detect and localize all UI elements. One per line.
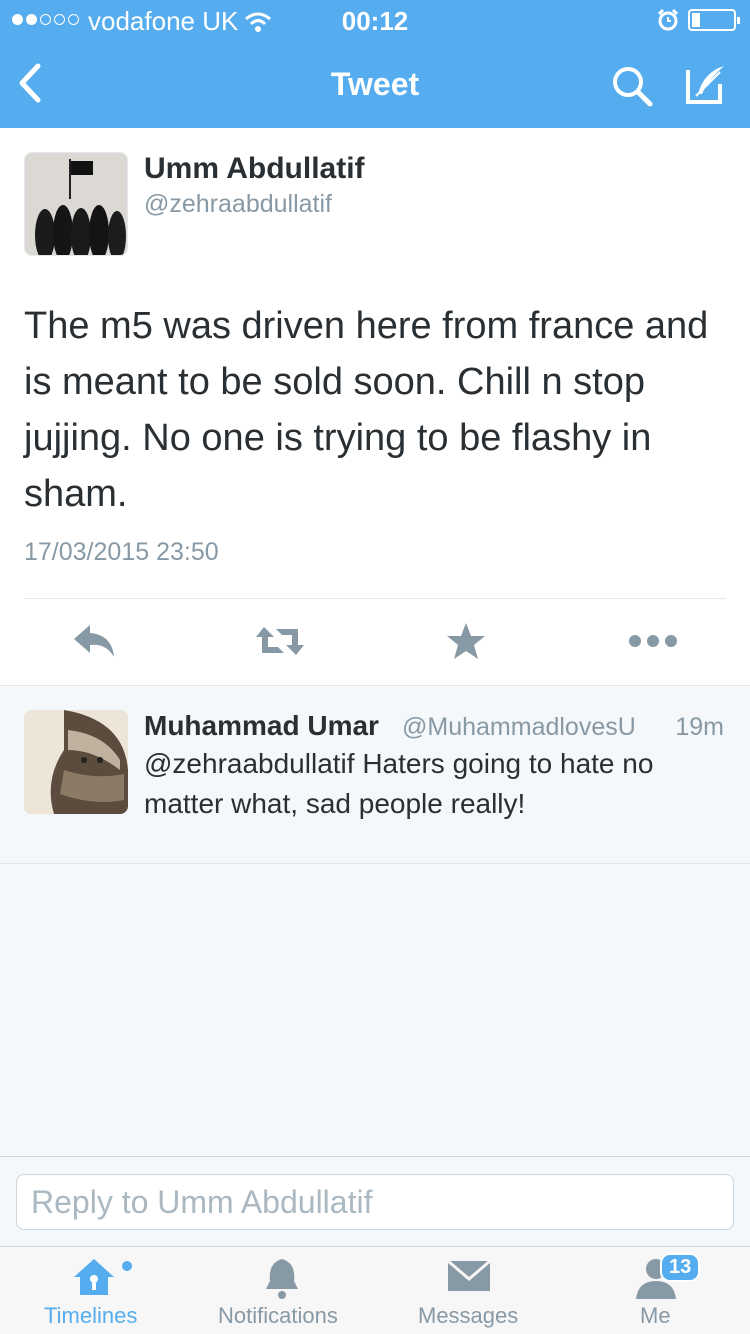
reply-text: @zehraabdullatif Haters going to hate no… [144, 748, 654, 819]
tab-label-messages: Messages [418, 1303, 519, 1328]
reply-input[interactable] [16, 1174, 734, 1230]
status-bar: vodafone UK 00:12 [0, 0, 750, 40]
new-tweets-dot [122, 1261, 132, 1271]
tab-label-notifications: Notifications [218, 1303, 338, 1328]
tweet-detail: Umm Abdullatif @zehraabdullatif The m5 w… [0, 128, 750, 686]
tab-me[interactable]: 13 Me [564, 1247, 750, 1334]
bell-icon [262, 1257, 302, 1304]
author-handle[interactable]: @zehraabdullatif [144, 190, 332, 219]
home-icon [72, 1257, 116, 1302]
tab-label-timelines: Timelines [44, 1303, 138, 1328]
retweet-icon[interactable] [254, 621, 306, 666]
reply-author-handle[interactable]: @MuhammadlovesU [402, 713, 636, 742]
battery-icon [688, 9, 740, 31]
tweet-actions [0, 599, 750, 686]
status-time: 00:12 [341, 6, 409, 36]
tab-label-me: Me [640, 1303, 671, 1328]
nav-bar: Tweet [0, 40, 750, 128]
favorite-icon[interactable] [446, 621, 486, 666]
author-name[interactable]: Umm Abdullatif [144, 152, 365, 186]
more-icon[interactable] [628, 621, 678, 666]
me-badge: 13 [660, 1253, 701, 1282]
author-avatar[interactable] [24, 152, 128, 256]
reply-author-name[interactable]: Muhammad Umar [144, 710, 379, 742]
app-header: vodafone UK 00:12 Tweet [0, 0, 750, 128]
reply-tweet[interactable]: Muhammad Umar @MuhammadlovesU 19m @zehra… [0, 686, 750, 864]
envelope-icon [446, 1257, 492, 1298]
tab-notifications[interactable]: Notifications [188, 1247, 376, 1334]
compose-icon[interactable] [684, 62, 728, 111]
reply-age: 19m [675, 713, 724, 741]
tab-bar: Timelines Notifications Messages 13 Me [0, 1246, 750, 1334]
tab-timelines[interactable]: Timelines [0, 1247, 188, 1334]
reply-icon[interactable] [72, 621, 118, 666]
tweet-timestamp: 17/03/2015 23:50 [24, 538, 219, 566]
search-icon[interactable] [610, 64, 654, 113]
alarm-icon [656, 8, 680, 39]
tweet-text: The m5 was driven here from france and i… [24, 305, 709, 515]
reply-avatar[interactable] [24, 710, 128, 814]
reply-composer-bar [0, 1156, 750, 1246]
tab-messages[interactable]: Messages [376, 1247, 564, 1334]
